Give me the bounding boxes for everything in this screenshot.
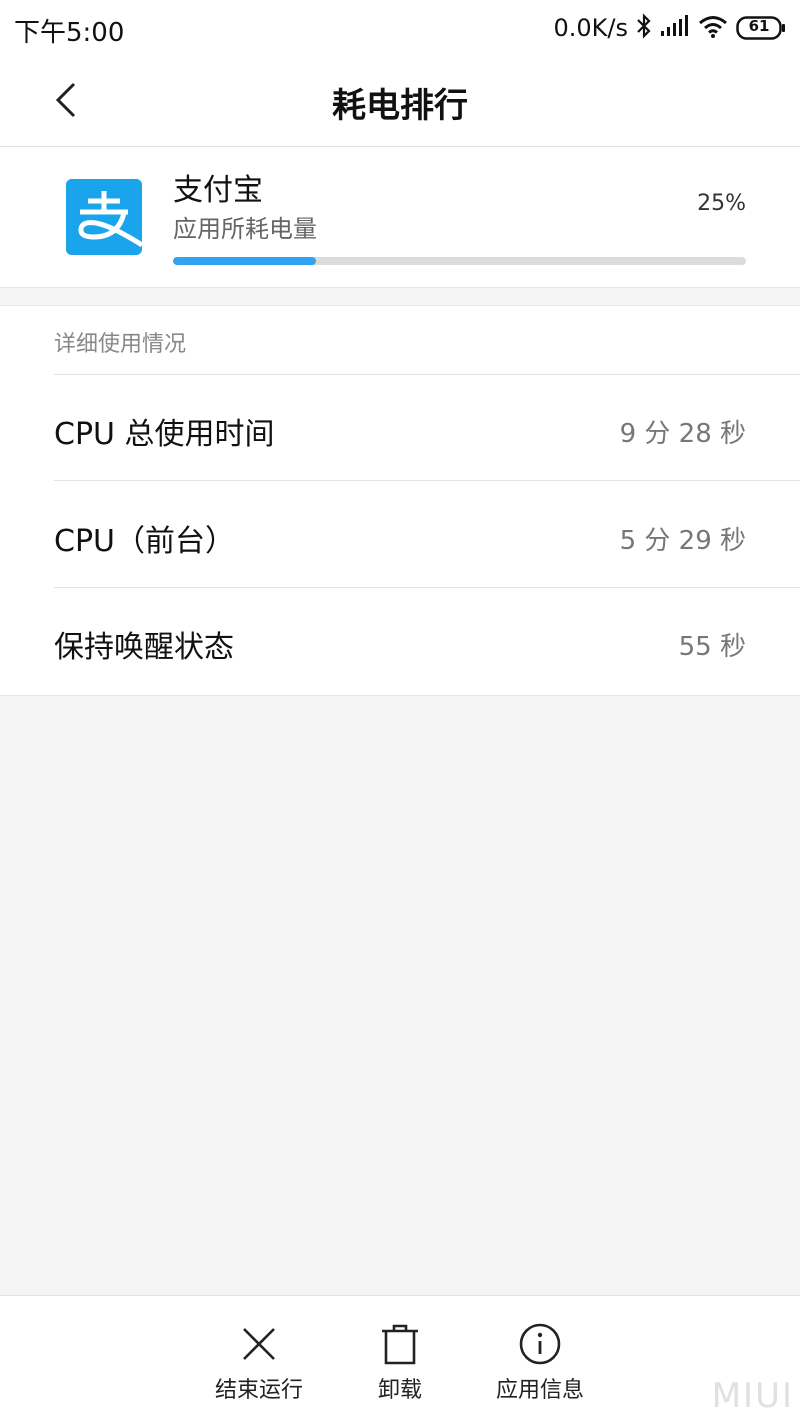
title-bar: 耗电排行	[0, 56, 800, 147]
alipay-app-icon	[66, 179, 142, 255]
divider	[54, 480, 800, 481]
wifi-icon	[698, 14, 728, 42]
miui-watermark: MIUI	[711, 1376, 794, 1416]
status-time: 下午5:00	[14, 18, 125, 48]
usage-row-cpu-total: CPU 总使用时间 9 分 28 秒	[54, 375, 800, 481]
usage-details: 详细使用情况 CPU 总使用时间 9 分 28 秒 CPU（前台） 5 分 29…	[0, 305, 800, 696]
row-label: 保持唤醒状态	[54, 630, 234, 665]
trash-icon	[382, 1324, 418, 1365]
row-value: 9 分 28 秒	[619, 419, 746, 449]
app-info-button[interactable]: 应用信息	[460, 1296, 620, 1423]
battery-level: 61	[748, 17, 770, 35]
signal-icon	[660, 15, 690, 41]
action-label: 结束运行	[214, 1378, 303, 1403]
page-title: 耗电排行	[332, 86, 468, 126]
info-icon	[519, 1323, 561, 1365]
status-indicators: 0.0K/s 61	[554, 10, 787, 46]
app-name: 支付宝	[173, 173, 263, 208]
battery-percent: 25%	[697, 191, 746, 216]
action-label: 卸载	[377, 1378, 422, 1403]
force-stop-button[interactable]: 结束运行	[179, 1296, 339, 1423]
row-value: 55 秒	[678, 632, 746, 662]
bottom-action-bar: 结束运行 卸载 应用信息	[0, 1295, 800, 1423]
battery-usage-fill	[173, 257, 317, 265]
bluetooth-icon	[636, 13, 652, 43]
app-summary-card: 支付宝 应用所耗电量 25%	[0, 147, 800, 288]
row-label: CPU（前台）	[54, 524, 235, 559]
app-subtitle: 应用所耗电量	[173, 215, 317, 243]
action-label: 应用信息	[495, 1378, 584, 1403]
battery-usage-bar	[173, 257, 746, 265]
battery-icon: 61	[736, 16, 786, 40]
section-header: 详细使用情况	[54, 332, 187, 357]
close-icon	[243, 1328, 275, 1360]
usage-row-cpu-foreground: CPU（前台） 5 分 29 秒	[54, 482, 800, 588]
row-label: CPU 总使用时间	[54, 417, 275, 452]
status-bar: 下午5:00 0.0K/s 61	[0, 0, 800, 56]
usage-row-wakelock: 保持唤醒状态 55 秒	[54, 588, 800, 694]
network-speed: 0.0K/s	[553, 14, 629, 42]
uninstall-button[interactable]: 卸载	[320, 1296, 480, 1423]
row-value: 5 分 29 秒	[619, 526, 746, 556]
